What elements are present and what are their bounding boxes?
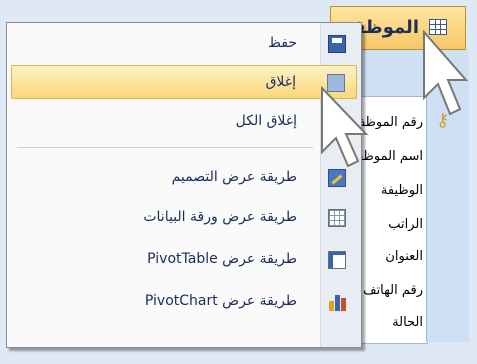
menu-item-label: طريقة عرض PivotChart	[144, 293, 297, 309]
menu-item-label: حفظ	[267, 35, 297, 51]
field-name[interactable]: الوظيفة	[381, 183, 423, 198]
row-selector-column[interactable]	[426, 96, 469, 342]
menu-item-datasheet-view[interactable]: طريقة عرض ورقة البيانات	[11, 201, 357, 235]
menu-item-design-view[interactable]: طريقة عرض التصميم	[11, 161, 357, 195]
menu-item-save[interactable]: حفظ	[11, 27, 357, 61]
menu-item-label: إغلاق الكل	[235, 113, 297, 129]
mouse-pointer-icon	[423, 30, 469, 116]
menu-item-close-all[interactable]: إغلاق الكل	[11, 105, 357, 139]
pivottable-view-icon	[328, 251, 346, 269]
menu-item-label: طريقة عرض PivotTable	[147, 251, 297, 267]
datasheet-view-icon	[328, 209, 346, 227]
field-name[interactable]: الراتب	[388, 217, 423, 232]
menu-item-close[interactable]: إغلاق	[11, 65, 357, 99]
menu-item-pivottable-view[interactable]: طريقة عرض PivotTable	[11, 243, 357, 277]
menu-item-label: طريقة عرض ورقة البيانات	[143, 209, 297, 225]
menu-item-label: طريقة عرض التصميم	[171, 169, 297, 185]
mouse-pointer-icon	[321, 86, 369, 168]
pivotchart-view-icon	[328, 293, 346, 311]
field-name[interactable]: العنوان	[385, 249, 423, 264]
menu-item-label: إغلاق	[265, 74, 296, 90]
field-name[interactable]: رقم الهاتف	[363, 283, 423, 298]
chart-bar	[341, 298, 346, 311]
field-name[interactable]: الحالة	[392, 315, 423, 330]
menu-item-pivotchart-view[interactable]: طريقة عرض PivotChart	[11, 285, 357, 319]
chart-bar	[335, 295, 340, 311]
save-icon	[328, 35, 346, 53]
menu-separator	[17, 147, 313, 148]
context-menu: حفظ إغلاق إغلاق الكل طريقة عرض التصميم ط…	[6, 22, 362, 348]
chart-bar	[329, 301, 334, 311]
